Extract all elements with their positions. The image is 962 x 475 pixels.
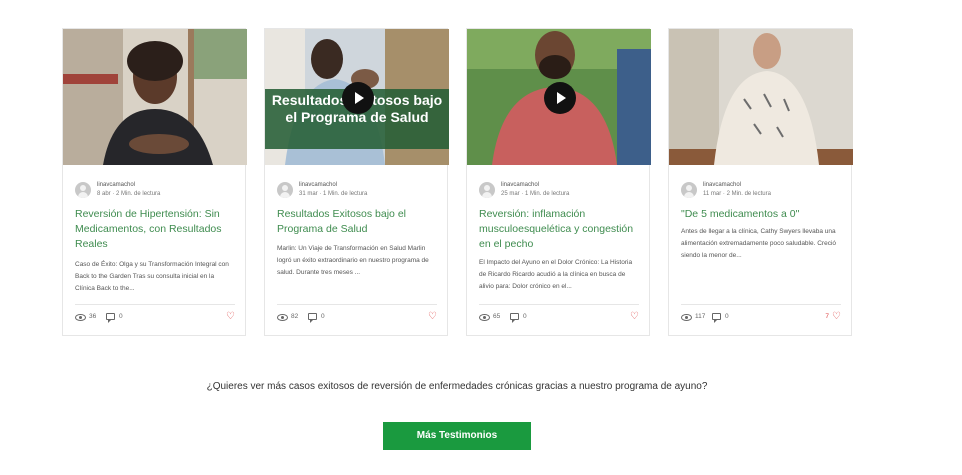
post-card[interactable]: linavcamachol 11 mar · 2 Min. de lectura… <box>668 28 853 336</box>
comments-count: 0 <box>725 313 729 320</box>
post-date-readtime: 31 mar · 1 Min. de lectura <box>299 191 368 197</box>
post-meta: linavcamachol 8 abr · 2 Min. de lectura <box>75 181 239 201</box>
comments-count: 0 <box>321 313 325 320</box>
post-thumbnail-image <box>669 29 853 165</box>
cta-text: ¿Quieres ver más casos exitosos de rever… <box>206 381 708 392</box>
post-title[interactable]: Reversión de Hipertensión: Sin Medicamen… <box>75 207 239 252</box>
views-count: 65 <box>493 313 501 320</box>
read-time: 1 Min. de lectura <box>525 191 570 197</box>
author-name[interactable]: linavcamachol <box>703 181 741 189</box>
card-divider <box>75 304 235 305</box>
post-thumbnail[interactable]: Resultados Exitosos bajo el Programa de … <box>265 29 449 165</box>
post-meta: linavcamachol 31 mar · 1 Min. de lectura <box>277 181 441 201</box>
comment-icon[interactable] <box>712 313 721 323</box>
views-icon <box>75 314 86 321</box>
post-stats: 65 0 ♡ <box>479 311 639 324</box>
post-thumbnail-image <box>63 29 247 165</box>
post-excerpt: El Impacto del Ayuno en el Dolor Crónico… <box>479 259 633 290</box>
post-thumbnail[interactable] <box>467 29 651 165</box>
card-divider <box>479 304 639 305</box>
author-avatar[interactable] <box>277 182 293 198</box>
views-count: 82 <box>291 313 299 320</box>
views-icon <box>277 314 288 321</box>
read-time: 2 Min. de lectura <box>116 191 161 197</box>
post-title[interactable]: "De 5 medicamentos a 0" <box>681 207 845 222</box>
author-avatar[interactable] <box>681 182 697 198</box>
likes-count: 7 <box>825 313 829 320</box>
heart-icon[interactable]: ♡ <box>630 311 639 323</box>
author-name[interactable]: linavcamachol <box>501 181 539 189</box>
author-avatar[interactable] <box>75 182 91 198</box>
comments-count: 0 <box>119 313 123 320</box>
author-name[interactable]: linavcamachol <box>97 181 135 189</box>
blog-post-grid: linavcamachol 8 abr · 2 Min. de lectura … <box>62 28 853 336</box>
author-name[interactable]: linavcamachol <box>299 181 337 189</box>
post-meta: linavcamachol 25 mar · 1 Min. de lectura <box>479 181 643 201</box>
author-avatar[interactable] <box>479 182 495 198</box>
post-title[interactable]: Resultados Exitosos bajo el Programa de … <box>277 207 441 237</box>
comment-icon[interactable] <box>308 313 317 323</box>
post-date-readtime: 25 mar · 1 Min. de lectura <box>501 191 570 197</box>
post-thumbnail[interactable] <box>63 29 247 165</box>
comments-count: 0 <box>523 313 527 320</box>
post-stats: 36 0 ♡ <box>75 311 235 324</box>
post-date-readtime: 11 mar · 2 Min. de lectura <box>703 191 771 197</box>
read-time: 2 Min. de lectura <box>726 191 771 197</box>
post-date: 25 mar <box>501 191 520 197</box>
views-icon <box>479 314 490 321</box>
card-divider <box>681 304 841 305</box>
post-stats: 82 0 ♡ <box>277 311 437 324</box>
play-icon[interactable] <box>342 82 374 114</box>
post-date: 11 mar <box>703 191 722 197</box>
post-date: 31 mar <box>299 191 318 197</box>
post-date: 8 abr <box>97 191 111 197</box>
post-excerpt: Marlin: Un Viaje de Transformación en Sa… <box>277 245 429 276</box>
post-card[interactable]: linavcamachol 8 abr · 2 Min. de lectura … <box>62 28 247 336</box>
post-meta: linavcamachol 11 mar · 2 Min. de lectura <box>681 181 845 201</box>
post-title[interactable]: Reversión: inflamación musculoesquelétic… <box>479 207 643 252</box>
post-date-readtime: 8 abr · 2 Min. de lectura <box>97 191 161 197</box>
play-icon[interactable] <box>544 82 576 114</box>
views-count: 36 <box>89 313 97 320</box>
heart-icon[interactable]: ♡ <box>832 311 841 323</box>
heart-icon[interactable]: ♡ <box>226 311 235 323</box>
post-card[interactable]: Resultados Exitosos bajo el Programa de … <box>264 28 449 336</box>
post-card[interactable]: linavcamachol 25 mar · 1 Min. de lectura… <box>466 28 651 336</box>
post-stats: 117 0 7 ♡ <box>681 311 841 324</box>
post-excerpt: Caso de Éxito: Olga y su Transformación … <box>75 261 229 292</box>
comment-icon[interactable] <box>510 313 519 323</box>
more-testimonials-button[interactable]: Más Testimonios <box>383 422 531 450</box>
card-divider <box>277 304 437 305</box>
heart-icon[interactable]: ♡ <box>428 311 437 323</box>
read-time: 1 Min. de lectura <box>323 191 368 197</box>
post-excerpt: Antes de llegar a la clínica, Cathy Swye… <box>681 228 837 259</box>
comment-icon[interactable] <box>106 313 115 323</box>
post-thumbnail[interactable] <box>669 29 853 165</box>
views-count: 117 <box>695 313 706 320</box>
views-icon <box>681 314 692 321</box>
